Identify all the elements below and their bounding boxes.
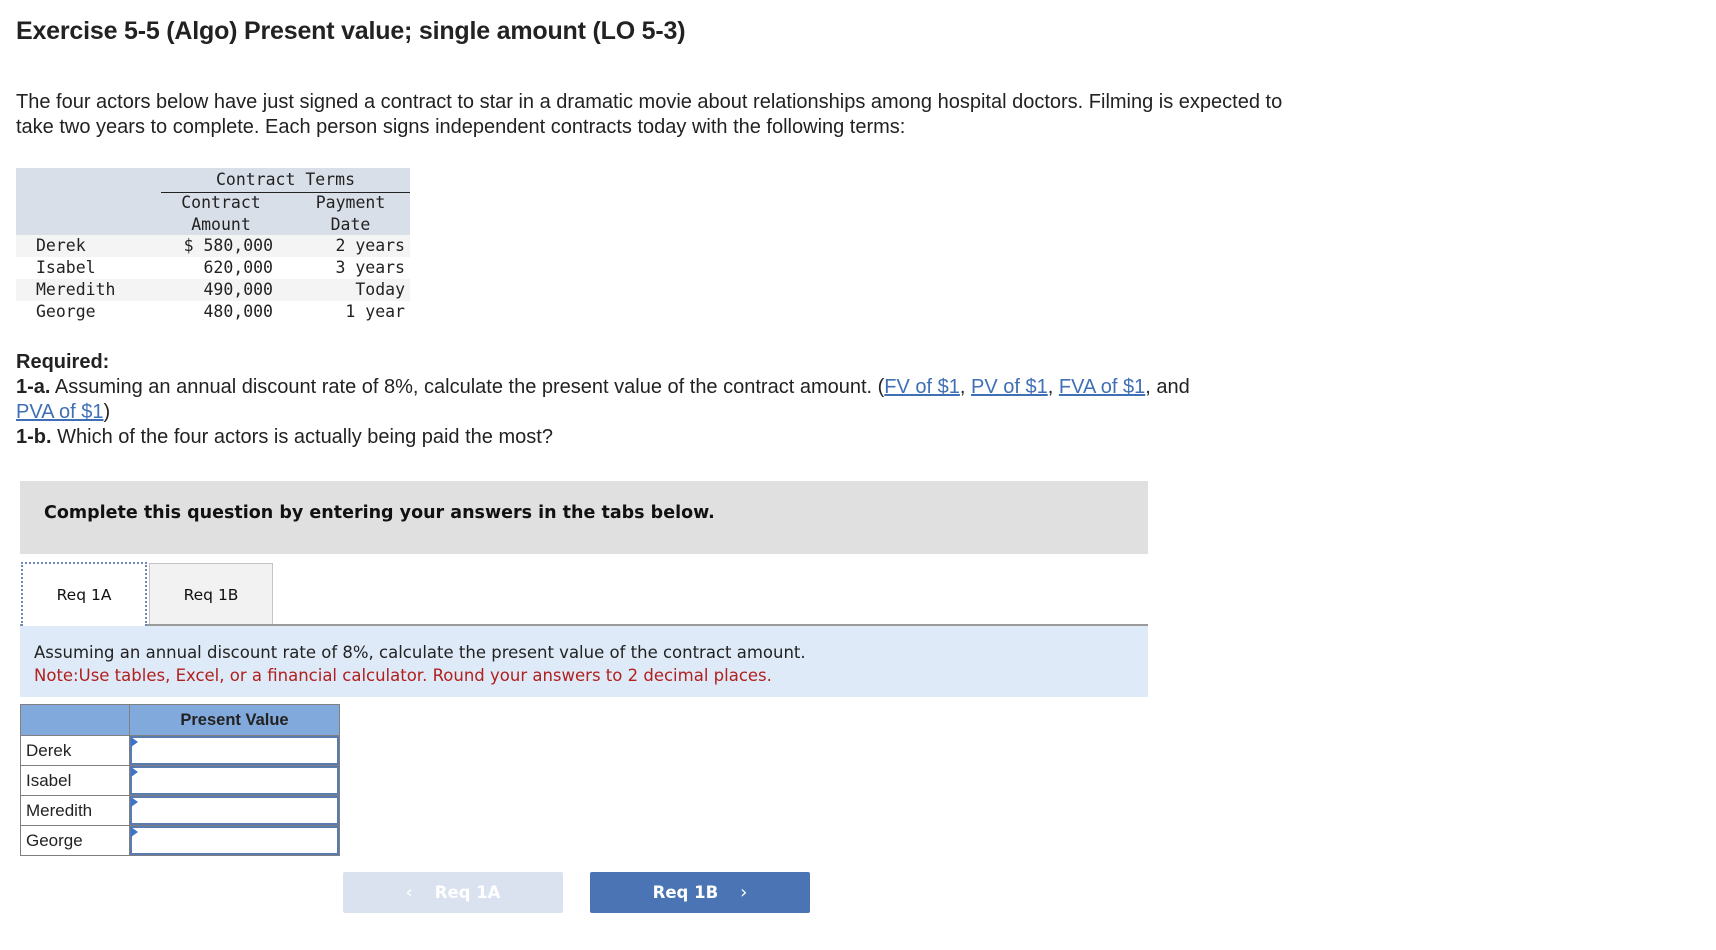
input-cell xyxy=(129,825,340,856)
separator: , xyxy=(959,376,972,398)
row-label: Isabel xyxy=(20,765,130,796)
table-row: Derek $ 580,000 2 years xyxy=(16,235,410,257)
fva-of-1-link[interactable]: FVA of $1 xyxy=(1059,376,1145,398)
pva-of-1-link[interactable]: PVA of $1 xyxy=(16,401,103,423)
question-prompt: Assuming an annual discount rate of 8%, … xyxy=(34,643,806,662)
isabel-present-value-input[interactable] xyxy=(130,766,339,795)
contract-amount-header-text: Contract Amount xyxy=(181,193,261,234)
input-flag-icon xyxy=(131,737,138,747)
fv-of-1-link[interactable]: FV of $1 xyxy=(884,376,960,398)
payment-date: 3 years xyxy=(335,258,405,277)
row-label: Derek xyxy=(20,735,130,766)
george-present-value-input[interactable] xyxy=(130,826,339,855)
actor-name: Meredith xyxy=(36,280,116,299)
prev-button-label: Req 1A xyxy=(434,883,501,902)
table-row: Isabel xyxy=(20,765,340,796)
intro-paragraph: The four actors below have just signed a… xyxy=(16,91,1283,138)
separator: , xyxy=(1047,376,1059,398)
derek-present-value-input[interactable] xyxy=(130,736,339,765)
question-note-panel: Assuming an annual discount rate of 8%, … xyxy=(20,626,1148,697)
contract-table-body: Derek $ 580,000 2 years Isabel 620,000 3… xyxy=(16,235,410,323)
required-section: Required: 1-a. Assuming an annual discou… xyxy=(16,350,1306,450)
chevron-right-icon: › xyxy=(740,882,748,903)
requirement-tabs: Req 1A Req 1B xyxy=(20,562,1148,626)
actor-name: Isabel xyxy=(36,258,96,277)
question-1a: 1-a. Assuming an annual discount rate of… xyxy=(16,375,1306,425)
input-cell xyxy=(129,795,340,826)
question-1b-label: 1-b. xyxy=(16,426,52,448)
payment-date-header-text: Payment Date xyxy=(315,193,386,234)
input-flag-icon xyxy=(131,797,138,807)
next-req-1b-button[interactable]: Req 1B › xyxy=(590,872,810,913)
row-label: Meredith xyxy=(20,795,130,826)
actor-name: Derek xyxy=(36,236,86,255)
question-1b-text: Which of the four actors is actually bei… xyxy=(57,426,553,448)
contract-amount: 620,000 xyxy=(203,258,273,277)
close-paren: ) xyxy=(103,401,111,423)
next-button-label: Req 1B xyxy=(652,883,719,902)
table-row: George xyxy=(20,825,340,856)
chevron-left-icon: ‹ xyxy=(405,882,413,903)
input-cell xyxy=(129,765,340,796)
tab-req-1b[interactable]: Req 1B xyxy=(149,563,273,624)
table-row: George 480,000 1 year xyxy=(16,301,410,323)
table-row: Meredith xyxy=(20,795,340,826)
table-row: Isabel 620,000 3 years xyxy=(16,257,410,279)
instruction-text: Complete this question by entering your … xyxy=(44,503,715,523)
payment-date: 1 year xyxy=(345,302,405,321)
separator: , and xyxy=(1145,376,1190,398)
row-label: George xyxy=(20,825,130,856)
table-row: Meredith 490,000 Today xyxy=(16,279,410,301)
question-1a-text: Assuming an annual discount rate of 8%, … xyxy=(54,376,885,398)
instruction-banner: Complete this question by entering your … xyxy=(20,481,1148,554)
question-1a-label: 1-a. xyxy=(16,376,51,398)
contract-table-header: Contract Terms Contract Amount Payment D… xyxy=(16,168,410,235)
contract-amount: 490,000 xyxy=(203,280,273,299)
contract-amount: 480,000 xyxy=(203,302,273,321)
payment-date-header: Payment Date xyxy=(291,192,410,236)
page-title: Exercise 5-5 (Algo) Present value; singl… xyxy=(16,17,686,45)
prev-req-1a-button[interactable]: ‹ Req 1A xyxy=(343,872,563,913)
rounding-note: Note:Use tables, Excel, or a financial c… xyxy=(34,666,772,685)
contract-amount-header: Contract Amount xyxy=(161,192,281,236)
question-1b: 1-b. Which of the four actors is actuall… xyxy=(16,425,1306,450)
input-flag-icon xyxy=(131,827,138,837)
tab-req-1a[interactable]: Req 1A xyxy=(21,562,147,626)
payment-date: 2 years xyxy=(335,236,405,255)
present-value-header: Present Value xyxy=(129,704,340,736)
present-value-answer-table: Present Value Derek Isabel Meredith Geor… xyxy=(20,704,340,856)
meredith-present-value-input[interactable] xyxy=(130,796,339,825)
input-flag-icon xyxy=(131,767,138,777)
table-row: Derek xyxy=(20,735,340,766)
answer-table-header-row: Present Value xyxy=(20,704,340,736)
required-heading: Required: xyxy=(16,351,110,373)
contract-terms-table: Contract Terms Contract Amount Payment D… xyxy=(16,168,410,323)
contract-amount: $ 580,000 xyxy=(183,236,273,255)
contract-terms-group-header: Contract Terms xyxy=(161,170,410,193)
pv-of-1-link[interactable]: PV of $1 xyxy=(971,376,1048,398)
payment-date: Today xyxy=(355,280,405,299)
input-cell xyxy=(129,735,340,766)
blank-header-cell xyxy=(20,704,130,736)
actor-name: George xyxy=(36,302,96,321)
